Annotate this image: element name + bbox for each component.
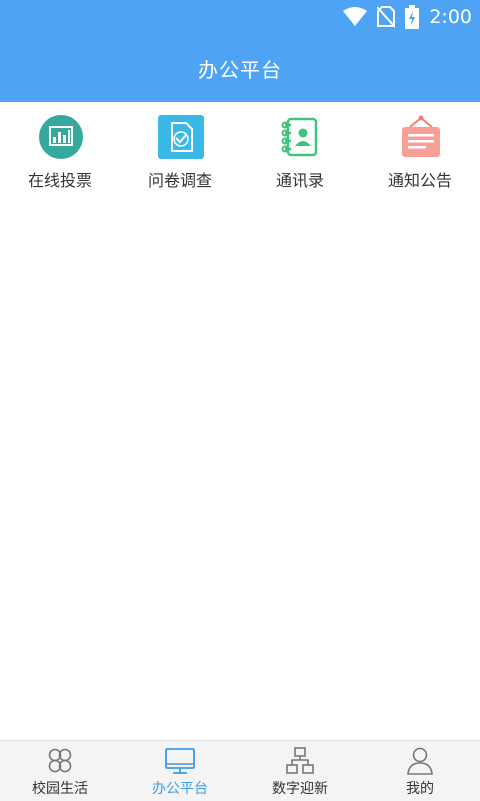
contacts-book-icon [281,117,318,157]
notice-board-icon [402,115,440,157]
survey-doc-icon [158,115,204,159]
grid-item-online-vote[interactable]: 在线投票 [0,102,120,198]
bar-chart-icon [39,115,83,159]
tab-campus-life[interactable]: 校园生活 [0,741,120,801]
grid-item-survey[interactable]: 问卷调查 [120,102,240,198]
tab-digital-welcome[interactable]: 数字迎新 [240,741,360,801]
function-grid: 在线投票 问卷调查 通讯录 通知公告 [0,102,480,198]
wifi-icon [343,7,368,26]
grid-label-notice: 通知公告 [387,171,452,190]
grid-item-notice[interactable]: 通知公告 [360,102,480,198]
status-bar: 2:00 [0,0,480,34]
tab-label-office-platform: 办公平台 [152,781,208,797]
tab-office-platform[interactable]: 办公平台 [120,741,240,801]
page-title: 办公平台 [198,58,282,82]
grid-item-contacts[interactable]: 通讯录 [240,102,360,198]
grid-label-survey: 问卷调查 [147,171,212,190]
no-sim-icon [377,6,396,28]
person-icon [407,747,433,775]
grid-label-contacts: 通讯录 [275,171,324,190]
flower-grid-icon [48,748,72,773]
status-time: 2:00 [429,6,472,28]
header-bar: 2:00 办公平台 [0,0,480,102]
status-icons: 2:00 [343,5,472,29]
tab-label-mine: 我的 [406,781,434,797]
grid-label-online-vote: 在线投票 [27,171,92,190]
monitor-icon [165,748,195,774]
tab-label-campus-life: 校园生活 [32,781,88,797]
bottom-tab-bar: 校园生活 办公平台 数字迎新 我的 [0,740,480,801]
battery-charging-icon [405,5,420,29]
network-icon [286,747,314,774]
tab-label-digital-welcome: 数字迎新 [272,781,328,797]
tab-mine[interactable]: 我的 [360,741,480,801]
